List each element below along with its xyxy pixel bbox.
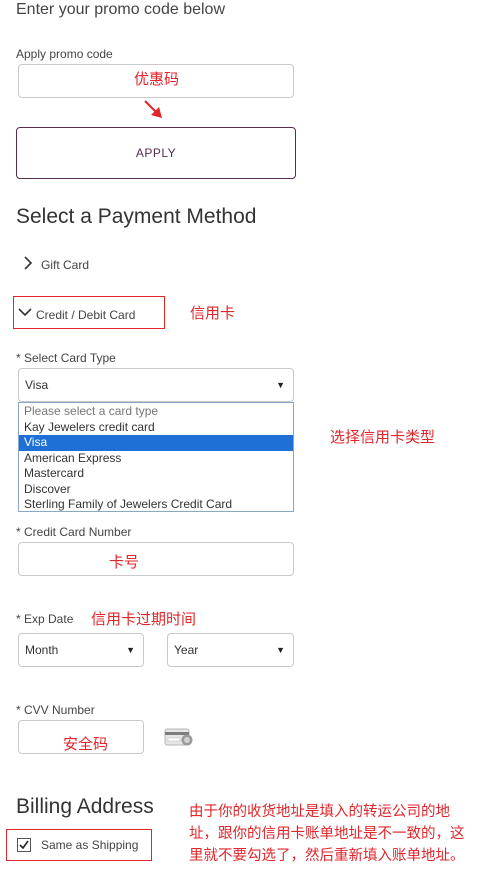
card-type-dropdown-list[interactable]: Please select a card type Kay Jewelers c… bbox=[18, 402, 294, 512]
card-number-annotation: 卡号 bbox=[109, 553, 140, 571]
credit-card-cvv-icon bbox=[164, 728, 193, 746]
card-type-option[interactable]: Sterling Family of Jewelers Credit Card bbox=[19, 497, 293, 513]
card-type-option[interactable]: Mastercard bbox=[19, 466, 293, 482]
promo-label: Apply promo code bbox=[16, 47, 113, 61]
billing-annotation-line: 由于你的收货地址是填入的转运公司的地 bbox=[189, 804, 450, 820]
same-as-shipping-checkbox[interactable] bbox=[17, 838, 31, 852]
promo-intro: Enter your promo code below bbox=[16, 1, 225, 18]
cvv-annotation: 安全码 bbox=[63, 735, 109, 753]
apply-button[interactable]: APPLY bbox=[16, 127, 296, 179]
card-type-annotation: 选择信用卡类型 bbox=[330, 428, 436, 446]
card-type-option[interactable]: Please select a card type bbox=[19, 404, 293, 420]
card-type-value: Visa bbox=[25, 378, 49, 392]
card-type-label: * Select Card Type bbox=[16, 351, 116, 365]
same-as-shipping-checkbox-row[interactable]: Same as Shipping bbox=[6, 829, 152, 861]
chevron-down-icon: ▼ bbox=[276, 380, 285, 390]
chevron-down-icon: ▼ bbox=[276, 645, 285, 655]
credit-card-toggle[interactable]: Credit / Debit Card bbox=[13, 296, 165, 329]
credit-card-annotation: 信用卡 bbox=[190, 304, 236, 322]
card-type-option[interactable]: Kay Jewelers credit card bbox=[19, 420, 293, 436]
exp-month-select[interactable]: Month ▼ bbox=[18, 633, 144, 667]
chevron-down-icon: ▼ bbox=[126, 645, 135, 655]
card-type-option[interactable]: American Express bbox=[19, 451, 293, 467]
cvv-label: * CVV Number bbox=[16, 703, 95, 717]
billing-annotation-line: 里就不要勾选了，然后重新填入账单地址。 bbox=[189, 848, 465, 864]
chevron-right-icon bbox=[24, 256, 33, 270]
arrow-icon bbox=[144, 100, 162, 118]
exp-month-value: Month bbox=[25, 643, 59, 657]
promo-annotation: 优惠码 bbox=[134, 70, 180, 88]
exp-date-annotation: 信用卡过期时间 bbox=[91, 610, 197, 628]
credit-card-label: Credit / Debit Card bbox=[36, 308, 136, 322]
exp-year-value: Year bbox=[174, 643, 199, 657]
card-number-label: * Credit Card Number bbox=[16, 525, 132, 539]
exp-date-label: * Exp Date bbox=[16, 612, 74, 626]
gift-card-toggle[interactable]: Gift Card bbox=[22, 254, 142, 274]
checkmark-icon bbox=[19, 840, 29, 850]
card-type-select[interactable]: Visa ▼ bbox=[18, 368, 294, 402]
card-type-option-selected[interactable]: Visa bbox=[19, 435, 293, 451]
card-type-option[interactable]: Discover bbox=[19, 482, 293, 498]
card-number-input[interactable] bbox=[18, 542, 294, 576]
payment-title: Select a Payment Method bbox=[16, 205, 257, 228]
gift-card-label: Gift Card bbox=[41, 258, 90, 272]
exp-year-select[interactable]: Year ▼ bbox=[167, 633, 294, 667]
billing-title: Billing Address bbox=[16, 795, 154, 818]
chevron-down-icon bbox=[18, 308, 32, 317]
billing-annotation: 由于你的收货地址是填入的转运公司的地 址，跟你的信用卡账单地址是不一致的，这 里… bbox=[189, 801, 465, 867]
billing-annotation-line: 址，跟你的信用卡账单地址是不一致的，这 bbox=[189, 826, 465, 842]
same-as-shipping-label: Same as Shipping bbox=[41, 838, 139, 852]
